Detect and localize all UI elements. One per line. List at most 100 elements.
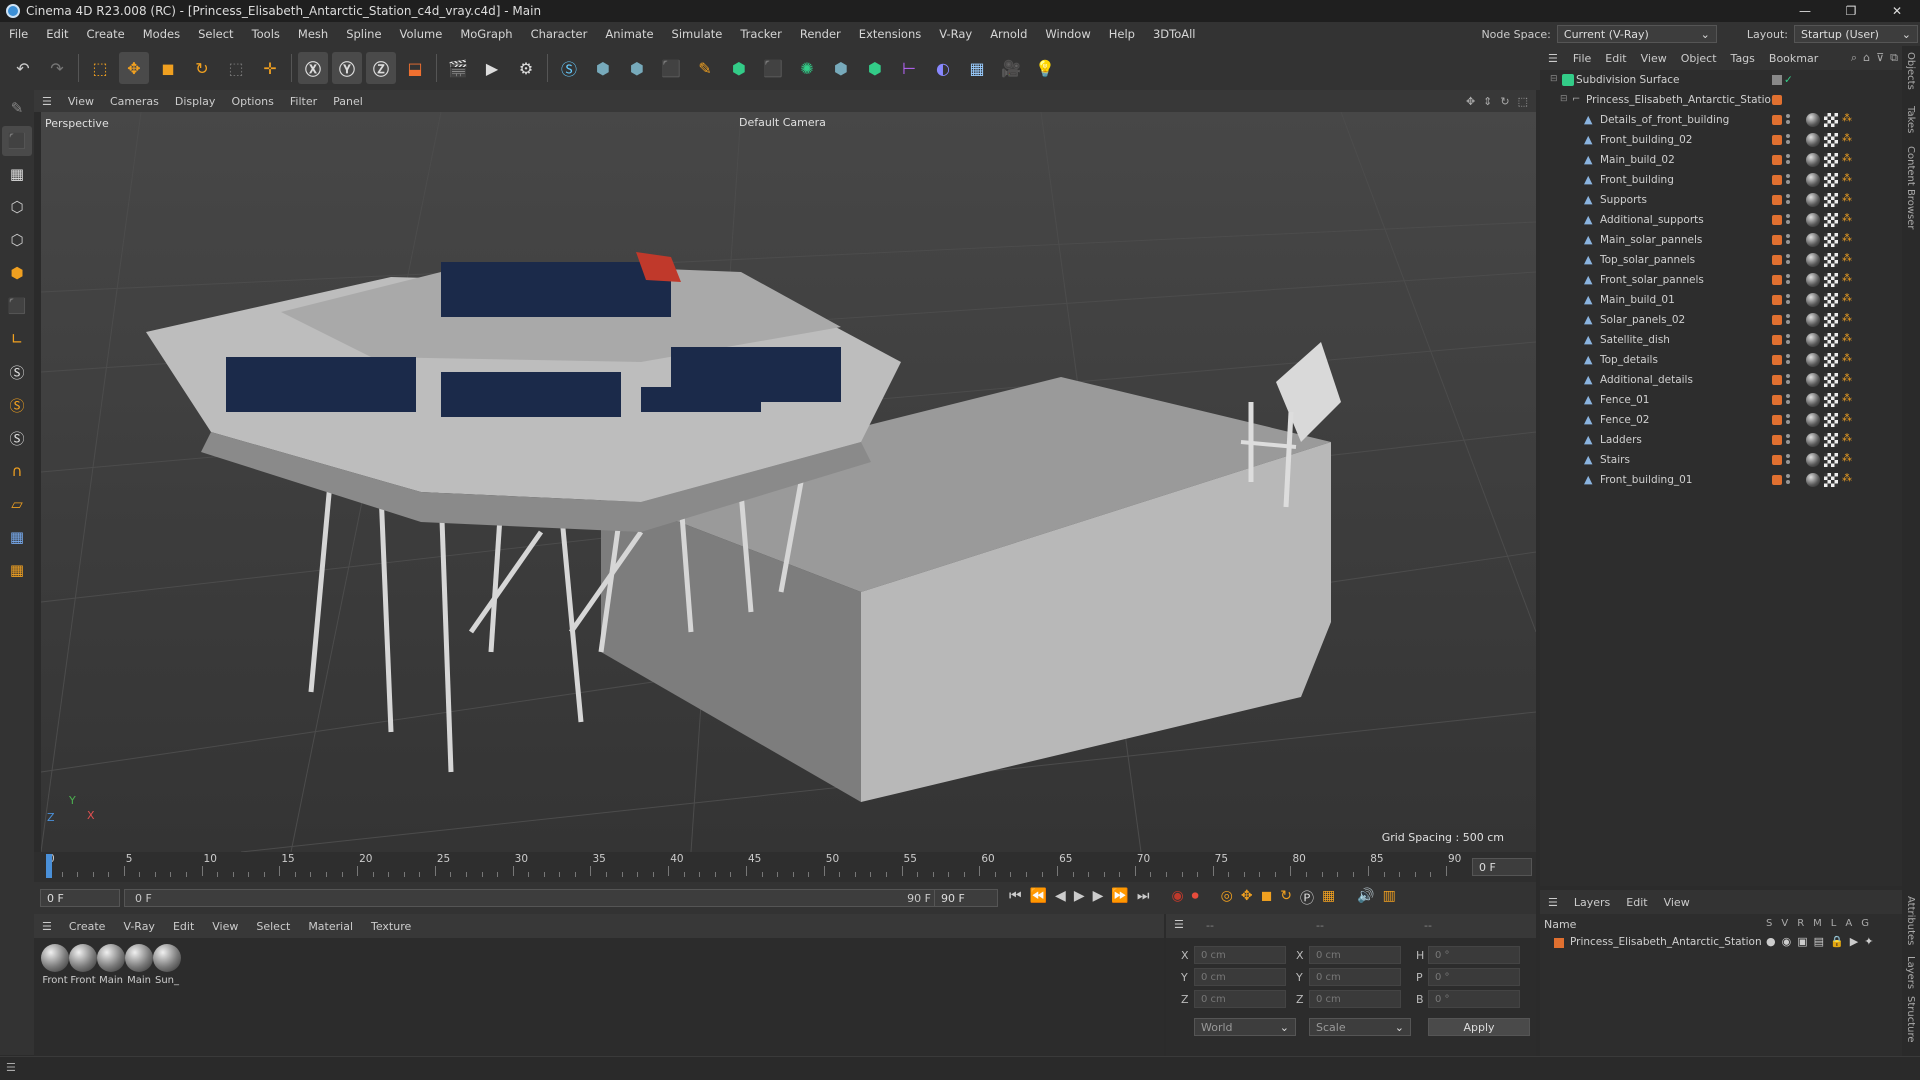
x-axis-lock-icon[interactable]: Ⓧ [298,52,328,84]
uvw-tag-icon[interactable]: ⁂ [1842,293,1852,304]
object-row[interactable]: ▲ Details_of_front_building ⁂ [1540,110,1902,130]
range-slider[interactable]: 0 F 90 F [124,889,944,907]
go-to-end-icon[interactable]: ⏭ [1137,888,1150,908]
texture-tag-icon[interactable] [1824,293,1838,307]
texture-tag-icon[interactable] [1824,173,1838,187]
scale-icon[interactable]: ◼ [153,52,183,84]
make-editable-icon[interactable]: ✎ [2,93,32,123]
material-tag-icon[interactable] [1806,233,1820,247]
visibility-dots-icon[interactable] [1786,214,1790,226]
snap-workplane-icon[interactable]: Ⓢ [2,423,32,453]
layer-col-g[interactable]: G [1861,918,1869,929]
visibility-dots-icon[interactable] [1786,314,1790,326]
texture-tag-icon[interactable] [1824,133,1838,147]
menu-create[interactable]: Create [78,27,134,41]
visible-icon[interactable]: ◉ [1782,935,1792,948]
material-swatch[interactable]: Sun_ [152,944,182,986]
hamburger-icon[interactable]: ☰ [6,1061,16,1074]
next-key-icon[interactable]: ⏩ [1111,888,1128,908]
visibility-dots-icon[interactable] [1786,274,1790,286]
previous-frame-icon[interactable]: ◀ [1055,888,1066,908]
end-frame-field[interactable]: 90 F [934,889,998,907]
menu-mograph[interactable]: MoGraph [451,27,521,41]
uvw-tag-icon[interactable]: ⁂ [1842,273,1852,284]
python-icon[interactable]: ⬢ [588,52,618,84]
model-mode-icon[interactable]: ⬛ [2,126,32,156]
object-row[interactable]: ▲ Ladders ⁂ [1540,430,1902,450]
render-settings-icon[interactable]: ⚙ [511,52,541,84]
generator-icon[interactable]: ✦ [1864,935,1873,948]
menu-extensions[interactable]: Extensions [850,27,930,41]
manager-icon[interactable]: ▤ [1814,935,1824,948]
move-icon[interactable]: ✥ [119,52,149,84]
visibility-dots-icon[interactable] [1786,334,1790,346]
rotation-b-field[interactable]: 0 ° [1428,990,1520,1008]
search-icon[interactable]: ⌕ [1851,51,1857,65]
object-row[interactable]: ▲ Front_building_02 ⁂ [1540,130,1902,150]
texture-tag-icon[interactable] [1824,153,1838,167]
key-rotation-icon[interactable]: ↻ [1280,888,1292,908]
y-axis-lock-icon[interactable]: Ⓨ [332,52,362,84]
material-tag-icon[interactable] [1806,213,1820,227]
key-selection-icon[interactable]: ◎ [1221,888,1233,908]
new-window-icon[interactable]: ⧉ [1890,51,1898,65]
object-row[interactable]: ▲ Additional_supports ⁂ [1540,210,1902,230]
rotate-view-icon[interactable]: ↻ [1500,95,1509,108]
object-menu-view[interactable]: View [1634,52,1674,65]
layer-col-l[interactable]: L [1831,918,1837,929]
material-tag-icon[interactable] [1806,333,1820,347]
position-y-field[interactable]: 0 cm [1194,968,1286,986]
layer-col-m[interactable]: M [1813,918,1822,929]
uvw-tag-icon[interactable]: ⁂ [1842,313,1852,324]
object-menu-edit[interactable]: Edit [1598,52,1633,65]
object-row[interactable]: ▲ Fence_01 ⁂ [1540,390,1902,410]
zoom-view-icon[interactable]: ⇕ [1483,95,1492,108]
world-axis-icon[interactable]: ✛ [255,52,285,84]
layer-col-v[interactable]: V [1781,918,1788,929]
locked-workplane-icon[interactable]: ▦ [2,555,32,585]
tab-attributes[interactable]: Attributes [1905,896,1916,945]
visibility-dots-icon[interactable] [1786,454,1790,466]
menu-v-ray[interactable]: V-Ray [930,27,981,41]
layer-col-s[interactable]: S [1766,918,1772,929]
menu-edit[interactable]: Edit [37,27,77,41]
node-space-dropdown[interactable]: Current (V-Ray) ⌄ [1556,25,1717,43]
material-swatch[interactable]: Front [68,944,98,986]
points-mode-icon[interactable]: ⬡ [2,192,32,222]
timeline-window-icon[interactable]: ▥ [1383,888,1396,908]
material-tag-icon[interactable] [1806,113,1820,127]
material-tag-icon[interactable] [1806,413,1820,427]
rotation-p-field[interactable]: 0 ° [1428,968,1520,986]
menu-tools[interactable]: Tools [243,27,289,41]
texture-tag-icon[interactable] [1824,113,1838,127]
object-row[interactable]: ▲ Main_solar_pannels ⁂ [1540,230,1902,250]
material-tag-icon[interactable] [1806,453,1820,467]
material-tag-icon[interactable] [1806,173,1820,187]
visibility-dots-icon[interactable] [1786,294,1790,306]
viewport-menu-display[interactable]: Display [167,95,224,108]
start-frame-field[interactable]: 0 F [40,889,120,907]
polygons-mode-icon[interactable]: ⬢ [2,258,32,288]
material-tag-icon[interactable] [1806,353,1820,367]
hamburger-icon[interactable]: ☰ [34,95,60,108]
tab-takes[interactable]: Takes [1905,106,1916,133]
position-z-field[interactable]: 0 cm [1194,990,1286,1008]
subdivision-icon[interactable]: ⬢ [724,52,754,84]
close-icon[interactable]: ✕ [1874,0,1920,22]
material-menu-material[interactable]: Material [299,920,362,933]
uvw-tag-icon[interactable]: ⁂ [1842,333,1852,344]
workplane-icon[interactable]: ▱ [2,489,32,519]
texture-tag-icon[interactable] [1824,333,1838,347]
snap-settings-icon[interactable]: Ⓢ [2,390,32,420]
autokey-icon[interactable]: ⏺ [1192,888,1199,908]
grid-workplane-icon[interactable]: ▦ [2,522,32,552]
object-menu-file[interactable]: File [1566,52,1598,65]
visibility-dots-icon[interactable] [1786,234,1790,246]
tab-layers[interactable]: Layers [1905,956,1916,989]
menu-render[interactable]: Render [791,27,850,41]
key-pla-icon[interactable]: ▦ [1322,888,1335,908]
material-tag-icon[interactable] [1806,193,1820,207]
extrude-icon[interactable]: ⬛ [758,52,788,84]
uvw-tag-icon[interactable]: ⁂ [1842,173,1852,184]
layer-menu-view[interactable]: View [1656,896,1698,909]
